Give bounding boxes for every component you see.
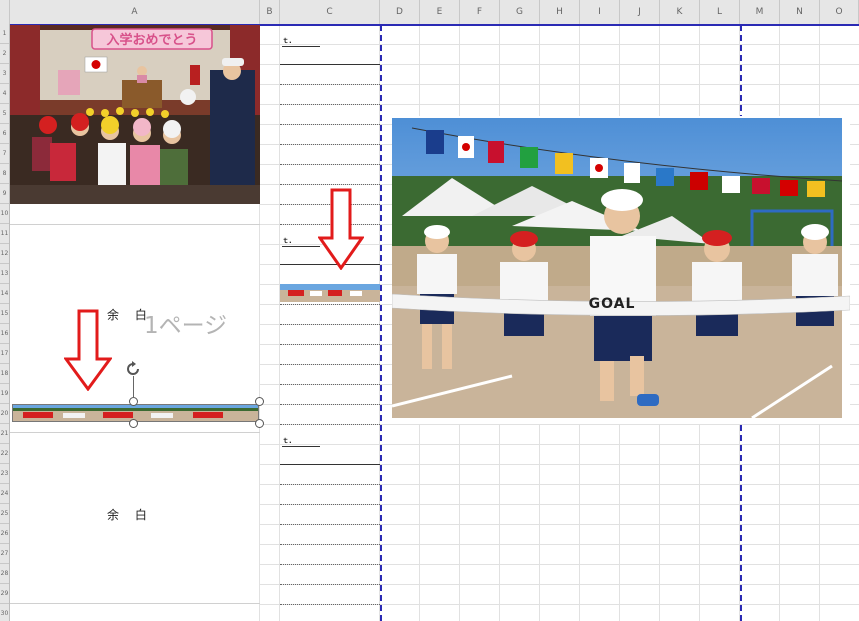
row-header-29[interactable]: 29 bbox=[0, 584, 9, 604]
entrance-ceremony-image: 入学おめでとう bbox=[10, 25, 260, 204]
row-header-27[interactable]: 27 bbox=[0, 544, 9, 564]
row-header-14[interactable]: 14 bbox=[0, 284, 9, 304]
column-header-m[interactable]: M bbox=[740, 0, 780, 24]
resize-handle-top[interactable] bbox=[129, 397, 138, 406]
ruled-solid-line bbox=[280, 464, 380, 465]
column-header-g[interactable]: G bbox=[500, 0, 540, 24]
ruled-dotted-line bbox=[280, 124, 380, 125]
column-header-i[interactable]: I bbox=[580, 0, 620, 24]
ruled-dotted-line bbox=[280, 524, 380, 525]
row-header-22[interactable]: 22 bbox=[0, 444, 9, 464]
ruled-dotted-line bbox=[280, 404, 380, 405]
row-header-11[interactable]: 11 bbox=[0, 224, 9, 244]
resize-handle-bottom-right[interactable] bbox=[255, 419, 264, 428]
ruled-dotted-line bbox=[280, 384, 380, 385]
rotate-handle-icon[interactable] bbox=[124, 360, 142, 378]
column-header-j[interactable]: J bbox=[620, 0, 660, 24]
ruled-dotted-line bbox=[280, 304, 380, 305]
resize-handle-top-right[interactable] bbox=[255, 397, 264, 406]
row-header-1[interactable]: 1 bbox=[0, 24, 9, 44]
ruled-dotted-line bbox=[280, 484, 380, 485]
row-header-16[interactable]: 16 bbox=[0, 324, 9, 344]
ruled-dotted-line bbox=[280, 344, 380, 345]
ruled-dotted-line bbox=[280, 564, 380, 565]
row-header-12[interactable]: 12 bbox=[0, 244, 9, 264]
column-header-c[interactable]: C bbox=[280, 0, 380, 24]
select-all-corner[interactable] bbox=[0, 0, 10, 24]
row-header-30[interactable]: 30 bbox=[0, 604, 9, 621]
row-header-17[interactable]: 17 bbox=[0, 344, 9, 364]
row-header-25[interactable]: 25 bbox=[0, 504, 9, 524]
row-header-10[interactable]: 10 bbox=[0, 204, 9, 224]
down-arrow-icon bbox=[317, 188, 365, 271]
column-header-a[interactable]: A bbox=[10, 0, 260, 24]
cell-mark: ｔ. bbox=[282, 436, 320, 447]
row-header-column: 1 2 3 4 5 6 7 8 9 10 11 12 13 14 15 16 17 18 19 20 21 22 23 24 2… bbox=[0, 24, 10, 621]
row-header-6[interactable]: 6 bbox=[0, 124, 9, 144]
row-header-15[interactable]: 15 bbox=[0, 304, 9, 324]
row-header-26[interactable]: 26 bbox=[0, 524, 9, 544]
resize-handle-bottom[interactable] bbox=[129, 419, 138, 428]
ruled-dotted-line bbox=[280, 424, 380, 425]
row-header-8[interactable]: 8 bbox=[0, 164, 9, 184]
ruled-dotted-line bbox=[280, 84, 380, 85]
ruled-dotted-line bbox=[280, 544, 380, 545]
banner-text: 入学おめでとう bbox=[106, 32, 197, 48]
ruled-dotted-line bbox=[280, 504, 380, 505]
row-header-19[interactable]: 19 bbox=[0, 384, 9, 404]
column-header-k[interactable]: K bbox=[660, 0, 700, 24]
column-header-o[interactable]: O bbox=[820, 0, 859, 24]
sports-day-photo[interactable]: GOAL bbox=[392, 116, 850, 424]
row-header-7[interactable]: 7 bbox=[0, 144, 9, 164]
column-header-e[interactable]: E bbox=[420, 0, 460, 24]
margin-label: 余 白 bbox=[107, 508, 147, 522]
row-header-28[interactable]: 28 bbox=[0, 564, 9, 584]
column-header-h[interactable]: H bbox=[540, 0, 580, 24]
row-header-23[interactable]: 23 bbox=[0, 464, 9, 484]
ruled-dotted-line bbox=[280, 144, 380, 145]
ruled-dotted-line bbox=[280, 364, 380, 365]
row-header-24[interactable]: 24 bbox=[0, 484, 9, 504]
thin-strip-graphic bbox=[280, 284, 380, 302]
column-header-n[interactable]: N bbox=[780, 0, 820, 24]
ruled-dotted-line bbox=[280, 164, 380, 165]
ruled-solid-line bbox=[280, 64, 380, 65]
cell-mark: ｔ. bbox=[282, 36, 320, 47]
thin-strip-image[interactable] bbox=[280, 284, 380, 302]
goal-tape-text: GOAL bbox=[589, 296, 636, 312]
ruled-dotted-line bbox=[280, 324, 380, 325]
column-header-d[interactable]: D bbox=[380, 0, 420, 24]
column-header-b[interactable]: B bbox=[260, 0, 280, 24]
margin-label: 余 白 bbox=[107, 308, 147, 322]
row-header-2[interactable]: 2 bbox=[0, 44, 9, 64]
page-number-watermark: 1ページ bbox=[144, 313, 228, 339]
sports-day-image: GOAL bbox=[392, 116, 850, 424]
row-header-13[interactable]: 13 bbox=[0, 264, 9, 284]
entrance-ceremony-photo[interactable]: 入学おめでとう bbox=[10, 25, 260, 204]
cell-mark: ｔ. bbox=[282, 236, 320, 247]
row-header-20[interactable]: 20 bbox=[0, 404, 9, 424]
cell-border bbox=[10, 603, 260, 604]
row-header-3[interactable]: 3 bbox=[0, 64, 9, 84]
cell-border bbox=[10, 432, 260, 433]
column-header-l[interactable]: L bbox=[700, 0, 740, 24]
page-break-line bbox=[380, 25, 382, 621]
cell-border bbox=[10, 224, 260, 225]
spreadsheet[interactable]: A B C D E F G H I J K L M N O 1234567891… bbox=[0, 0, 859, 621]
column-header-f[interactable]: F bbox=[460, 0, 500, 24]
row-header-5[interactable]: 5 bbox=[0, 104, 9, 124]
ruled-dotted-line bbox=[280, 184, 380, 185]
ruled-dotted-line bbox=[280, 104, 380, 105]
row-header-9[interactable]: 9 bbox=[0, 184, 9, 204]
rotate-connector bbox=[133, 376, 134, 398]
row-header-18[interactable]: 18 bbox=[0, 364, 9, 384]
row-header-21[interactable]: 21 bbox=[0, 424, 9, 444]
ruled-dotted-line bbox=[280, 604, 380, 605]
down-arrow-icon bbox=[63, 309, 113, 392]
ruled-dotted-line bbox=[280, 584, 380, 585]
column-header-row: A B C D E F G H I J K L M N O bbox=[0, 0, 859, 25]
row-header-4[interactable]: 4 bbox=[0, 84, 9, 104]
